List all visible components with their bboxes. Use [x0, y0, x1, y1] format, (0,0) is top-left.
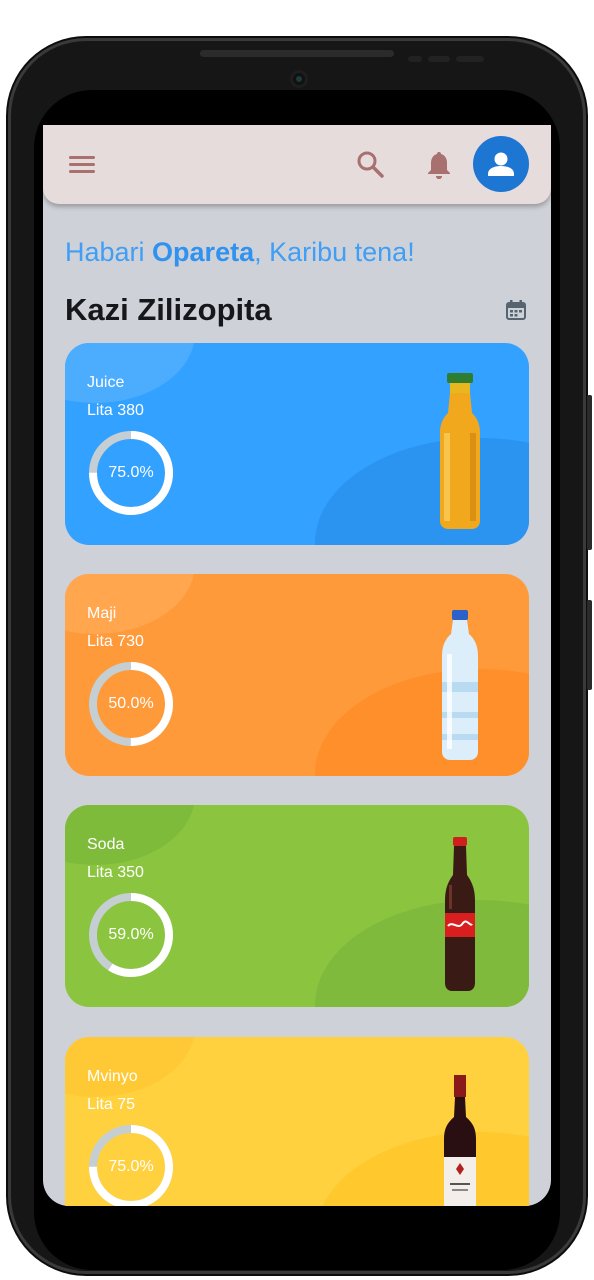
greeting-text: Habari Opareta, Karibu tena!: [65, 237, 415, 268]
sensor: [456, 56, 484, 62]
bell-icon[interactable]: [425, 149, 453, 181]
greeting-name: Opareta: [152, 237, 255, 267]
sensor: [428, 56, 450, 62]
card-percent: 50.0%: [108, 695, 154, 712]
cola-bottle-image: [445, 837, 475, 991]
card-litres: Lita 350: [87, 864, 144, 881]
card-name: Juice: [87, 374, 125, 391]
card-name: Maji: [87, 605, 117, 622]
juice-bottle-image: [440, 373, 480, 529]
greeting-prefix: Habari: [65, 237, 153, 267]
menu-icon[interactable]: [67, 152, 97, 178]
water-bottle-image: [442, 610, 478, 760]
search-icon[interactable]: [355, 149, 385, 179]
card-percent: 75.0%: [108, 464, 154, 481]
card-soda[interactable]: Soda Lita 350 59.0%: [65, 805, 529, 1007]
card-name: Soda: [87, 836, 125, 853]
calendar-icon[interactable]: [505, 299, 527, 321]
sensor: [408, 56, 422, 62]
profile-button[interactable]: [473, 136, 529, 192]
app-screen: Habari Opareta, Karibu tena! Kazi Zilizo…: [43, 125, 551, 1206]
power-button: [587, 600, 592, 690]
card-mvinyo[interactable]: Mvinyo Lita 75 75.0%: [65, 1037, 529, 1206]
front-camera: [290, 70, 308, 88]
card-litres: Lita 730: [87, 633, 144, 650]
card-decoration: [65, 574, 195, 634]
card-decoration: [65, 343, 195, 403]
speaker-grille: [200, 50, 394, 57]
wine-bottle-image: [444, 1075, 476, 1206]
card-litres: Lita 380: [87, 402, 144, 419]
app-bar: [43, 125, 551, 204]
card-juice[interactable]: Juice Lita 380 75.0%: [65, 343, 529, 545]
card-name: Mvinyo: [87, 1068, 138, 1085]
card-maji[interactable]: Maji Lita 730 50.0%: [65, 574, 529, 776]
card-litres: Lita 75: [87, 1096, 136, 1113]
greeting-suffix: , Karibu tena!: [254, 237, 415, 267]
person-icon: [488, 152, 514, 176]
section-title: Kazi Zilizopita: [65, 292, 272, 327]
volume-button: [587, 395, 592, 550]
card-decoration: [65, 805, 195, 865]
card-percent: 59.0%: [108, 926, 154, 943]
card-percent: 75.0%: [108, 1158, 154, 1175]
card-decoration: [65, 1037, 195, 1097]
